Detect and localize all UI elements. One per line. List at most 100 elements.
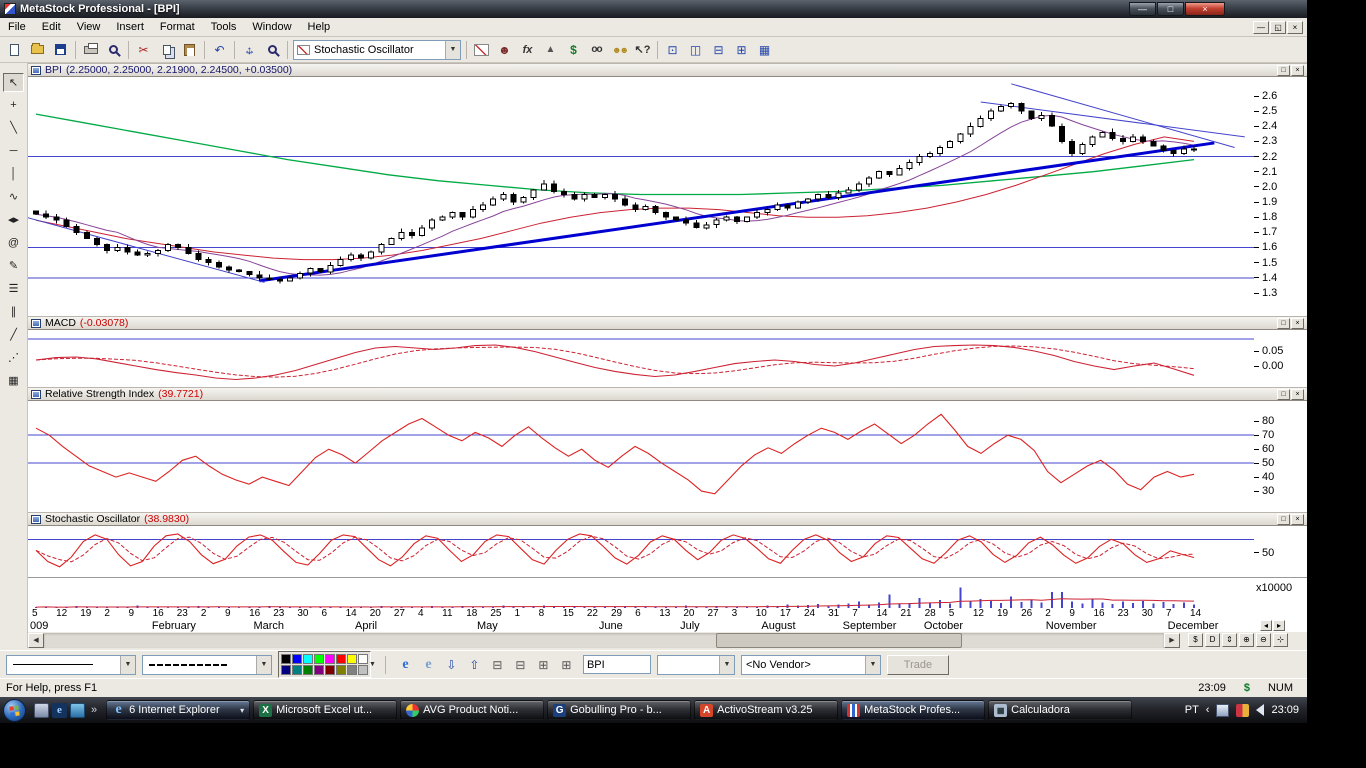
menu-view[interactable]: View <box>69 21 109 33</box>
trade-button[interactable]: Trade <box>886 654 949 675</box>
menu-edit[interactable]: Edit <box>34 21 69 33</box>
zoom-in-button[interactable]: ⊕ <box>1239 633 1254 647</box>
zoom-out-button[interactable]: ⊖ <box>1256 633 1271 647</box>
quick-launch-window-icon[interactable] <box>34 702 49 718</box>
stochastic-plot[interactable] <box>28 526 1254 577</box>
panel-maximize-button[interactable]: □ <box>1277 317 1290 329</box>
menu-window[interactable]: Window <box>244 21 299 33</box>
mdi-close-button[interactable]: × <box>1287 20 1303 34</box>
tray-clock[interactable]: 23:09 <box>1271 704 1299 716</box>
expert-advisor-button[interactable]: ☻ <box>493 39 516 61</box>
tile-rows2-button[interactable]: ⊟ <box>510 655 531 675</box>
research-button[interactable]: e <box>395 655 416 675</box>
stochastic-panel-titlebar[interactable]: Stochastic Oscillator (38.9830) □ × <box>28 512 1307 526</box>
web-browser-button[interactable]: e <box>418 655 439 675</box>
explorer-button[interactable]: oo <box>585 39 608 61</box>
tray-update-icon[interactable] <box>1236 703 1250 717</box>
expand-scale-button[interactable]: ⇕ <box>1222 633 1237 647</box>
paste-button[interactable] <box>178 39 201 61</box>
language-indicator[interactable]: PT <box>1185 704 1199 716</box>
vertical-line-tool[interactable]: │ <box>3 165 24 184</box>
quick-launch-overflow[interactable]: » <box>91 704 97 716</box>
taskbar-button[interactable]: G Gobulling Pro - b... <box>547 700 692 720</box>
indicator-builder-button[interactable]: fx <box>516 39 539 61</box>
undo-button[interactable]: ↶ <box>208 39 231 61</box>
zoom-button[interactable] <box>261 39 284 61</box>
scrollbar-right-arrow[interactable]: ▶ <box>1164 632 1180 648</box>
rsi-plot[interactable] <box>28 401 1254 512</box>
panel-close-button[interactable]: × <box>1291 513 1304 525</box>
taskbar-button[interactable]: A ActivoStream v3.25 <box>694 700 839 720</box>
tile-grid2-button[interactable]: ⊞ <box>556 655 577 675</box>
taskbar-button[interactable]: X Microsoft Excel ut... <box>253 700 398 720</box>
close-button[interactable]: × <box>1185 2 1225 16</box>
trendline-up-tool[interactable]: ╱ <box>3 326 24 345</box>
price-panel-titlebar[interactable]: BPI (2.25000, 2.25000, 2.21900, 2.24500,… <box>28 63 1307 77</box>
tray-app-icon[interactable] <box>1216 703 1230 717</box>
grid-pattern-tool[interactable]: ▦ <box>3 372 24 391</box>
line-style-dropdown[interactable]: ▼ <box>6 654 136 675</box>
scrollbar-thumb[interactable] <box>716 632 963 648</box>
rsi-panel-titlebar[interactable]: Relative Strength Index (39.7721) □ × <box>28 387 1307 401</box>
menu-help[interactable]: Help <box>300 21 339 33</box>
panel-close-button[interactable]: × <box>1291 64 1304 76</box>
symbol-input[interactable] <box>582 655 651 674</box>
scrollbar-track[interactable] <box>44 632 1164 648</box>
menu-tools[interactable]: Tools <box>203 21 245 33</box>
color-swatch[interactable] <box>336 654 346 664</box>
pointer-tool[interactable]: ↖ <box>3 73 24 92</box>
color-swatch[interactable] <box>347 654 357 664</box>
color-swatch[interactable] <box>303 654 313 664</box>
color-swatch[interactable] <box>325 654 335 664</box>
options-button[interactable]: $ <box>562 39 585 61</box>
mdi-restore-button[interactable]: ◱ <box>1270 20 1286 34</box>
macd-panel-titlebar[interactable]: MACD (-0.03078) □ × <box>28 316 1307 330</box>
color-swatch[interactable] <box>292 665 302 675</box>
mdi-minimize-button[interactable]: — <box>1253 20 1269 34</box>
menu-file[interactable]: File <box>0 21 34 33</box>
panel-close-button[interactable]: × <box>1291 317 1304 329</box>
scroll-left-right-tool[interactable]: ◂▸ <box>3 211 24 230</box>
draw-pen-tool[interactable]: ✎ <box>3 257 24 276</box>
tray-volume-icon[interactable] <box>1256 704 1265 716</box>
print-button[interactable] <box>79 39 102 61</box>
tile-rows-button[interactable]: ⊟ <box>487 655 508 675</box>
menu-format[interactable]: Format <box>152 21 203 33</box>
open-button[interactable] <box>26 39 49 61</box>
fibonacci-retracement-tool[interactable]: ☰ <box>3 280 24 299</box>
color-swatch[interactable] <box>314 654 324 664</box>
color-swatch[interactable] <box>336 665 346 675</box>
zoom-reset-button[interactable]: ⊹ <box>1273 633 1288 647</box>
taskbar-button[interactable]: ▦ Calculadora <box>988 700 1133 720</box>
tray-collapse-icon[interactable]: ‹ <box>1206 704 1210 716</box>
data-window-button[interactable]: D <box>1205 633 1220 647</box>
layout-grid-button[interactable]: ▦ <box>753 39 776 61</box>
scrollbar-left-arrow[interactable]: ◀ <box>28 632 44 648</box>
start-button[interactable] <box>3 698 26 722</box>
color-swatch[interactable] <box>325 665 335 675</box>
price-scale-button[interactable]: $ <box>1188 633 1203 647</box>
quick-launch-desktop-icon[interactable] <box>70 702 85 718</box>
taskbar-button[interactable]: MetaStock Profes... <box>841 700 986 720</box>
taskbar-button[interactable]: e 6 Internet Explorer ▾ <box>106 700 251 720</box>
system-tester-button[interactable]: ▲ <box>539 39 562 61</box>
line-weight-dropdown[interactable]: ▼ <box>142 654 272 675</box>
copy-button[interactable] <box>155 39 178 61</box>
volume-plot[interactable] <box>28 577 1254 608</box>
collaboration-button[interactable]: ☻☻ <box>608 39 631 61</box>
menu-insert[interactable]: Insert <box>108 21 152 33</box>
tile-quad-button[interactable]: ⊞ <box>730 39 753 61</box>
regression-line-tool[interactable]: ⋰ <box>3 349 24 368</box>
upload-button[interactable]: ⇧ <box>464 655 485 675</box>
scroll-right-button[interactable]: ▸ <box>1273 620 1285 631</box>
quick-launch-ie-icon[interactable]: e <box>52 702 67 718</box>
cut-button[interactable]: ✂ <box>132 39 155 61</box>
download-button[interactable]: ⇩ <box>441 655 462 675</box>
vendor-dropdown[interactable]: <No Vendor> ▼ <box>740 654 881 675</box>
print-preview-button[interactable] <box>102 39 125 61</box>
indicator-dropdown[interactable]: Stochastic Oscillator ▼ <box>293 39 461 60</box>
tile-vertical-button[interactable]: ◫ <box>684 39 707 61</box>
horizontal-line-tool[interactable]: ─ <box>3 142 24 161</box>
save-button[interactable] <box>49 39 72 61</box>
new-button[interactable] <box>3 39 26 61</box>
